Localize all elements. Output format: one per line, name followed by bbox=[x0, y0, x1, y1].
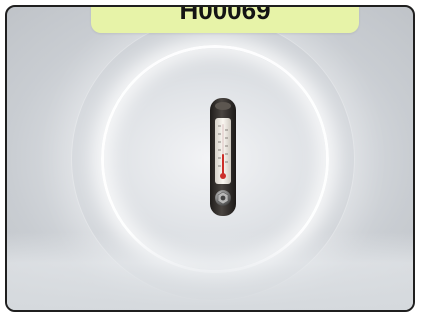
product-image-frame: H00069 bbox=[5, 5, 415, 312]
product-code-label: H00069 bbox=[179, 5, 271, 25]
floor-reflection bbox=[7, 232, 413, 310]
product-code-badge: H00069 bbox=[91, 5, 359, 33]
oil-level-gauge-icon bbox=[206, 96, 240, 218]
